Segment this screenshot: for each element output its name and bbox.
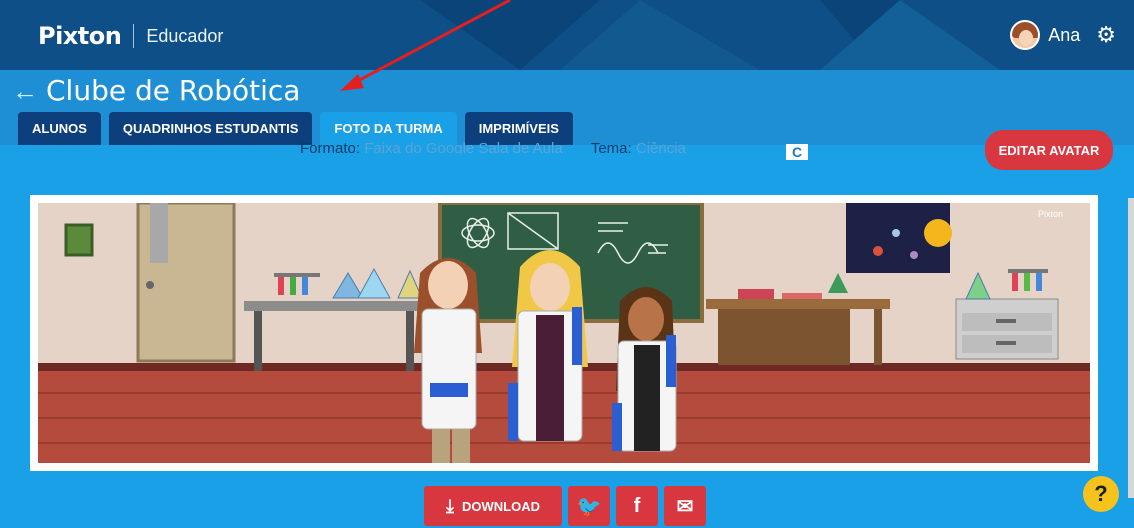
download-icon: ⤓ <box>446 495 454 516</box>
facebook-icon[interactable]: f <box>616 486 658 526</box>
title-bar: ← Clube de Robótica ALUNOS QUADRINHOS ES… <box>0 70 1134 145</box>
edit-avatar-button[interactable]: EDITAR AVATAR <box>985 130 1113 170</box>
user-menu[interactable]: Ana ⚙ <box>1010 20 1116 50</box>
download-button[interactable]: ⤓ DOWNLOAD <box>424 486 562 526</box>
annotation-arrow <box>340 0 511 91</box>
brand[interactable]: Pixton Educador <box>38 22 223 50</box>
theme-select[interactable]: Ciência <box>636 140 686 154</box>
brand-divider <box>133 24 135 48</box>
scrollbar[interactable] <box>1128 198 1134 498</box>
options-row: Formato: Faixa do Google Sala de Aula Te… <box>300 140 686 154</box>
scene-watermark: Pixton <box>1038 209 1063 219</box>
share-actions: ⤓ DOWNLOAD 🐦 f ✉ <box>424 486 712 526</box>
gear-icon[interactable]: ⚙ <box>1096 22 1116 48</box>
back-arrow-icon[interactable]: ← <box>12 76 38 107</box>
class-photo-frame: Pixton <box>30 195 1098 471</box>
user-name[interactable]: Ana <box>1048 25 1080 46</box>
pixton-logo[interactable]: Pixton <box>38 22 122 50</box>
tab-quadrinhos-estudantis[interactable]: QUADRINHOS ESTUDANTIS <box>108 112 313 145</box>
student-avatar-3 <box>612 287 677 452</box>
class-photo-scene: Pixton <box>38 203 1090 463</box>
download-label: DOWNLOAD <box>461 498 540 514</box>
theme-label: Tema: <box>590 140 632 154</box>
email-icon[interactable]: ✉ <box>664 486 706 526</box>
user-avatar[interactable] <box>1010 20 1041 50</box>
student-avatar-2 <box>508 250 588 442</box>
twitter-icon[interactable]: 🐦 <box>568 486 610 526</box>
format-select[interactable]: Faixa do Google Sala de Aula <box>364 140 562 154</box>
page-title: Clube de Robótica <box>46 74 301 107</box>
product-name: Educador <box>146 25 224 46</box>
help-button[interactable]: ? <box>1083 476 1119 512</box>
format-label: Formato: <box>300 140 361 154</box>
tab-alunos[interactable]: ALUNOS <box>18 112 101 145</box>
classroom-icon[interactable]: C <box>786 144 808 160</box>
top-header: Pixton Educador Ana ⚙ <box>0 0 1134 70</box>
